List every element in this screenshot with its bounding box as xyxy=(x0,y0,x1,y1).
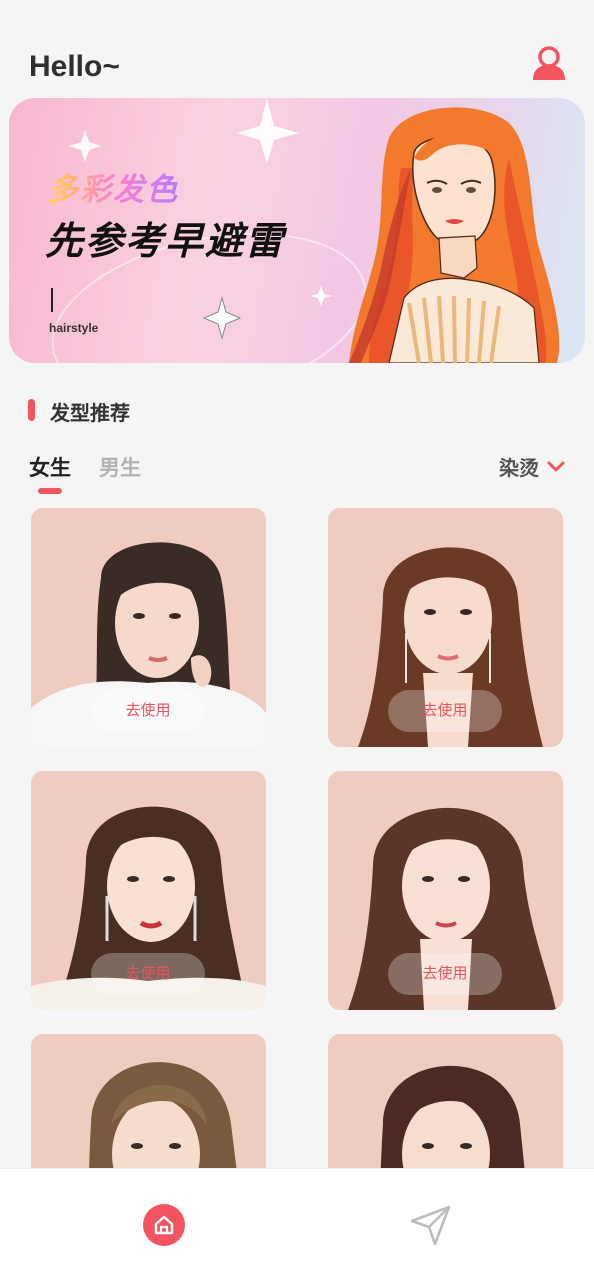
use-style-button[interactable]: 去使用 xyxy=(388,690,502,732)
send-icon xyxy=(410,1205,451,1246)
hairstyle-card[interactable]: 去使用 xyxy=(328,508,563,747)
user-profile-icon xyxy=(533,46,565,80)
filter-label: 染烫 xyxy=(499,456,539,480)
banner-divider xyxy=(51,288,53,312)
gender-tabs: 女生 男生 染烫 xyxy=(29,452,569,500)
chevron-down-icon xyxy=(547,461,565,471)
use-style-button[interactable]: 去使用 xyxy=(91,953,205,995)
banner-subtitle: hairstyle xyxy=(49,321,99,335)
header: Hello~ xyxy=(0,0,594,98)
use-style-button[interactable]: 去使用 xyxy=(91,690,205,732)
active-tab-indicator xyxy=(38,488,62,494)
tab-male[interactable]: 男生 xyxy=(99,452,141,482)
promo-banner[interactable]: 多彩发色 先参考早避雷 hairstyle xyxy=(9,98,585,363)
banner-title-line2: 先参考早避雷 xyxy=(45,219,286,263)
home-icon xyxy=(154,1215,174,1235)
nav-home-button[interactable] xyxy=(143,1204,185,1246)
greeting-title: Hello~ xyxy=(29,50,120,83)
hairstyle-card[interactable]: 去使用 xyxy=(328,771,563,1010)
banner-title-line1: 多彩发色 xyxy=(47,164,179,209)
style-filter-dropdown[interactable]: 染烫 xyxy=(499,452,565,481)
bottom-nav xyxy=(0,1168,594,1280)
tab-female[interactable]: 女生 xyxy=(29,452,71,482)
hairstyle-card[interactable]: 去使用 xyxy=(31,771,266,1010)
hairstyle-card[interactable]: 去使用 xyxy=(31,508,266,747)
section-title: 发型推荐 xyxy=(50,401,130,425)
section-accent-bar xyxy=(28,399,35,421)
use-style-button[interactable]: 去使用 xyxy=(388,953,502,995)
nav-send-button[interactable] xyxy=(409,1203,453,1247)
user-profile-button[interactable] xyxy=(530,44,568,82)
